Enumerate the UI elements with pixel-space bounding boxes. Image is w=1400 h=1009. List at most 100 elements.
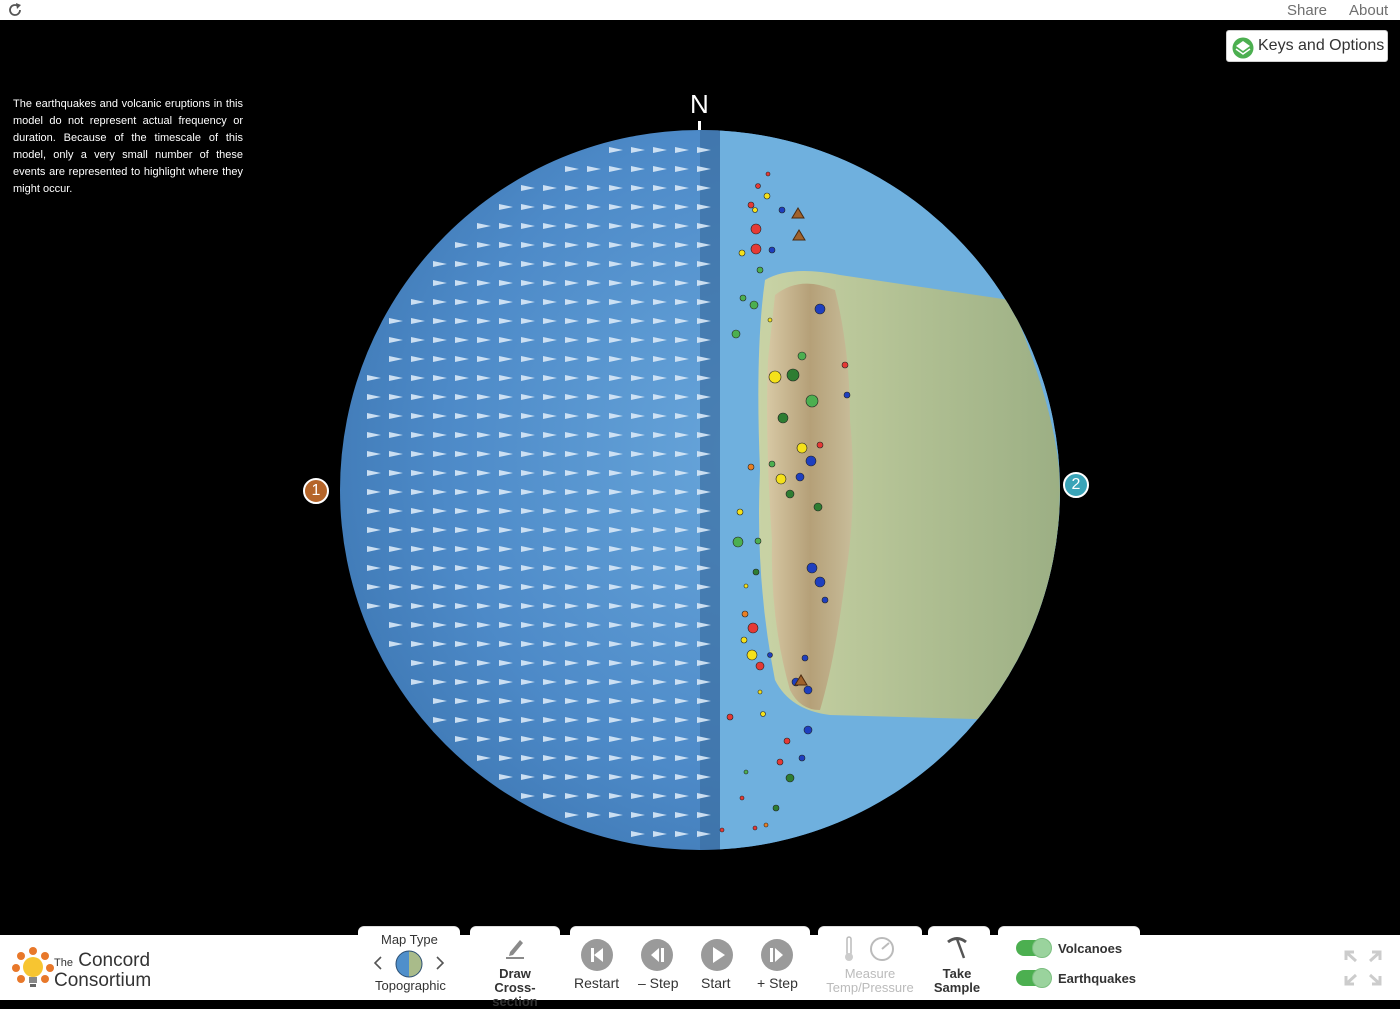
step-forward-icon	[770, 948, 783, 962]
seismic-event-dot	[760, 711, 766, 717]
seismic-event-dot	[736, 508, 744, 516]
map-type-value[interactable]: Topographic	[375, 979, 446, 993]
globe-map-type-icon[interactable]	[394, 949, 424, 979]
step-back-label: – Step	[638, 975, 679, 991]
restart-label: Restart	[574, 975, 620, 991]
about-link[interactable]: About	[1349, 2, 1388, 19]
seismic-event-dot	[803, 685, 813, 695]
volcanoes-label: Volcanoes	[1058, 941, 1123, 956]
seismic-event-dot	[778, 206, 786, 214]
top-bar: Share About	[0, 0, 1400, 20]
seismic-event-dot	[750, 223, 762, 235]
take-label: Take	[942, 966, 972, 981]
seismic-event-dot	[754, 537, 762, 545]
seismic-event-dot	[763, 822, 769, 828]
volcanoes-toggle-knob	[1032, 938, 1052, 958]
earthquakes-toggle[interactable]	[1016, 968, 1052, 988]
plate-1-marker[interactable]: 1	[303, 478, 329, 504]
pickaxe-icon[interactable]	[944, 934, 970, 960]
seismic-event-dot	[740, 636, 748, 644]
seismic-event-dot	[747, 463, 755, 471]
seismic-event-dot	[738, 249, 746, 257]
reload-icon[interactable]	[6, 1, 24, 19]
seismic-event-dot	[797, 351, 807, 361]
concord-logo-text: The Concord Consortium	[54, 950, 152, 991]
map-type-next-icon[interactable]	[433, 954, 447, 972]
fullscreen-icon[interactable]	[1344, 950, 1382, 986]
seismic-event-dot	[752, 825, 758, 831]
seismic-event-dot	[814, 303, 826, 315]
temp-pressure-label: Temp/Pressure	[826, 980, 914, 995]
seismic-event-dot	[752, 568, 760, 576]
measure-temp-pressure-button[interactable]: Measure Temp/Pressure	[820, 967, 920, 995]
concord-logo-icon	[12, 947, 54, 987]
seismic-event-dot	[719, 827, 725, 833]
seismic-event-dot	[841, 361, 849, 369]
seismic-event-dot	[750, 243, 762, 255]
seismic-event-dot	[726, 713, 734, 721]
volcanoes-toggle[interactable]	[1016, 938, 1052, 958]
seismic-event-dot	[749, 300, 759, 310]
seismic-event-dot	[746, 649, 758, 661]
seismic-event-dot	[765, 171, 771, 177]
seismic-event-dot	[768, 460, 776, 468]
restart-button[interactable]	[581, 939, 613, 971]
earthquakes-toggle-knob	[1032, 968, 1052, 988]
seismic-event-dot	[796, 442, 808, 454]
draw-cross-section-button[interactable]: Draw Cross-section	[472, 967, 558, 1009]
seismic-event-dot	[821, 596, 829, 604]
step-forward-button[interactable]	[761, 939, 793, 971]
seismic-event-dot	[795, 472, 805, 482]
start-button[interactable]	[701, 939, 733, 971]
play-icon	[713, 947, 725, 963]
thermometer-icon	[845, 936, 853, 961]
logo-consortium: Consortium	[54, 970, 152, 991]
map-type-prev-icon[interactable]	[371, 954, 385, 972]
seismic-event-dot	[843, 391, 851, 399]
seismic-event-dot	[816, 441, 824, 449]
seismic-event-dot	[798, 754, 806, 762]
measure-label: Measure	[844, 966, 896, 981]
seismic-event-dot	[776, 758, 784, 766]
seismic-event-dot	[767, 317, 773, 323]
seismic-event-dot	[805, 455, 817, 467]
seismic-event-dot	[814, 576, 826, 588]
plate-2-marker[interactable]: 2	[1063, 472, 1089, 498]
seismic-event-dot	[755, 661, 765, 671]
step-back-button[interactable]	[641, 939, 673, 971]
seismic-event-dot	[768, 246, 776, 254]
seismic-event-dot	[739, 795, 745, 801]
seismic-event-dot	[786, 368, 800, 382]
map-type-label: Map Type	[381, 932, 438, 947]
seismic-event-dot	[805, 394, 819, 408]
seismic-event-dot	[743, 583, 749, 589]
seismic-event-dot	[813, 502, 823, 512]
seismic-event-dot	[756, 266, 764, 274]
planet-globe[interactable]	[0, 20, 1400, 930]
step-back-icon	[651, 948, 664, 962]
seismic-event-dot	[785, 489, 795, 499]
seismic-event-dot	[763, 192, 771, 200]
seismic-event-dot	[755, 183, 761, 189]
take-sample-button[interactable]: Take Sample	[928, 967, 986, 995]
logo-the: The	[54, 957, 73, 969]
pencil-icon[interactable]	[504, 936, 526, 960]
sample-label: Sample	[933, 980, 981, 995]
seismic-event-dot	[768, 370, 782, 384]
seismic-event-dot	[747, 201, 755, 209]
seismic-event-dot	[739, 294, 747, 302]
seismic-event-dot	[767, 652, 773, 658]
logo-concord: Concord	[78, 950, 151, 971]
seismic-event-dot	[752, 207, 758, 213]
plate-boundary	[700, 130, 720, 850]
restart-icon	[591, 948, 603, 962]
seismic-event-dot	[747, 622, 759, 634]
seismic-event-dot	[783, 737, 791, 745]
north-pole-marker	[698, 121, 701, 130]
seismic-event-dot	[775, 473, 787, 485]
seismic-event-dot	[777, 412, 789, 424]
seismic-event-dot	[785, 773, 795, 783]
share-link[interactable]: Share	[1287, 2, 1327, 19]
start-label: Start	[701, 975, 731, 991]
seismic-event-dot	[806, 562, 818, 574]
